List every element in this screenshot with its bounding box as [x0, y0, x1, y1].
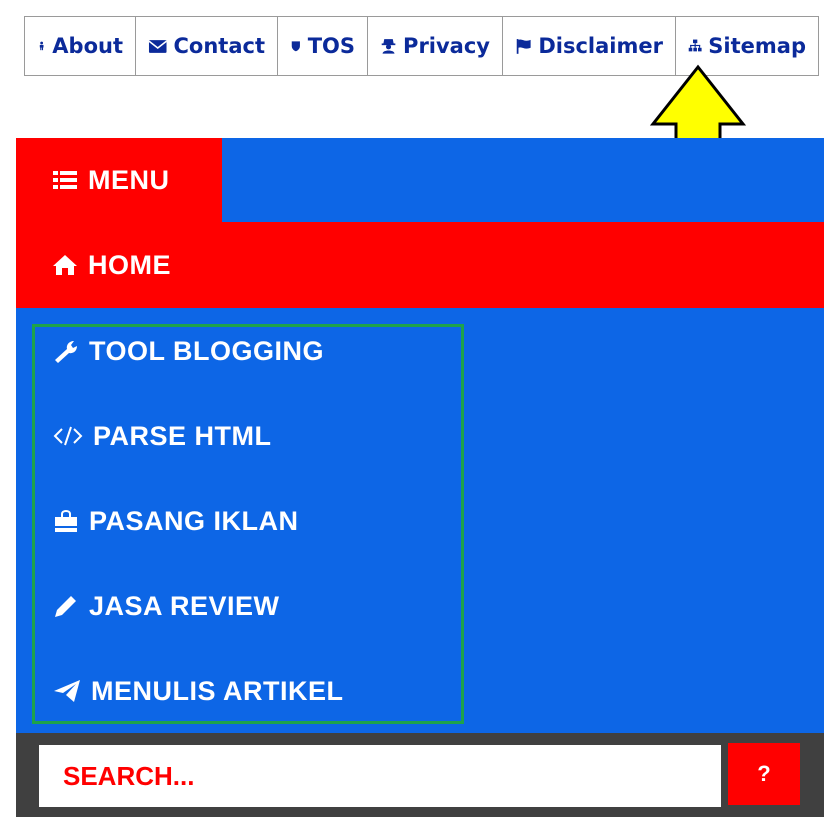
code-icon: [53, 423, 83, 449]
menu-toggle-button[interactable]: MENU: [16, 138, 222, 222]
about-link[interactable]: About: [25, 17, 136, 75]
list-icon: [52, 167, 78, 193]
search-button-label: ?: [757, 761, 771, 786]
menu-item-home[interactable]: HOME: [16, 222, 824, 308]
user-secret-icon: [381, 39, 396, 54]
sitemap-label: Sitemap: [708, 34, 806, 58]
menu-item-parse-html[interactable]: PARSE HTML: [53, 416, 272, 456]
search-bar: ?: [16, 733, 824, 817]
flag-icon: [516, 39, 531, 54]
jasa-review-label: JASA REVIEW: [89, 590, 280, 621]
pasang-iklan-label: PASANG IKLAN: [89, 505, 299, 536]
disclaimer-label: Disclaimer: [538, 34, 663, 58]
home-label: HOME: [88, 249, 171, 280]
search-button[interactable]: ?: [728, 743, 800, 805]
tool-blogging-label: TOOL BLOGGING: [89, 335, 325, 366]
highlighted-submenu: TOOL BLOGGING PARSE HTML PASANG IKLAN JA…: [32, 324, 464, 724]
privacy-link[interactable]: Privacy: [368, 17, 503, 75]
paper-plane-icon: [53, 678, 81, 704]
tos-link[interactable]: TOS: [278, 17, 368, 75]
shopping-bag-icon: [53, 508, 79, 534]
home-icon: [52, 252, 78, 278]
person-icon: [39, 41, 44, 51]
privacy-label: Privacy: [403, 34, 490, 58]
parse-html-label: PARSE HTML: [93, 420, 272, 451]
menulis-artikel-label: MENULIS ARTIKEL: [91, 675, 344, 706]
menu-item-tool-blogging[interactable]: TOOL BLOGGING: [53, 331, 324, 371]
search-input[interactable]: [39, 745, 721, 807]
navigation-menu: MENU HOME TOOL BLOGGING PARSE HTML PASAN…: [16, 138, 824, 733]
contact-link[interactable]: Contact: [136, 17, 278, 75]
shield-icon: [291, 41, 300, 52]
wrench-icon: [53, 338, 79, 364]
contact-label: Contact: [173, 34, 266, 58]
menu-item-menulis-artikel[interactable]: MENULIS ARTIKEL: [53, 671, 344, 711]
envelope-icon: [148, 40, 168, 53]
menu-label: MENU: [88, 164, 170, 195]
about-label: About: [52, 34, 123, 58]
menu-item-pasang-iklan[interactable]: PASANG IKLAN: [53, 501, 299, 541]
sitemap-icon: [688, 39, 702, 52]
pencil-icon: [53, 593, 79, 619]
tos-label: TOS: [307, 34, 355, 58]
menu-item-jasa-review[interactable]: JASA REVIEW: [53, 586, 280, 626]
